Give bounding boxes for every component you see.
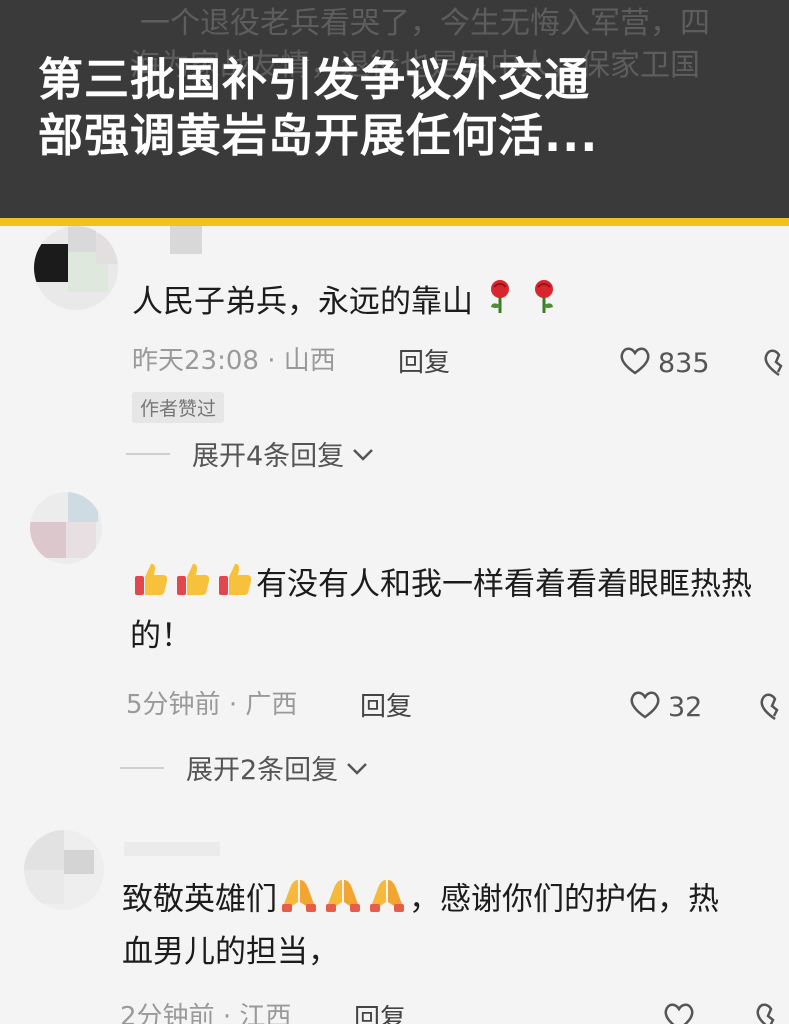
headline-banner: 一个退役老兵看哭了，今生无悔入军营，四 海为家战友情，退役也是军中人，保家卫国 … (0, 0, 789, 218)
headline-line-1: 第三批国补引发争议外交通 (38, 53, 591, 106)
chevron-down-icon (352, 438, 374, 469)
headline-title[interactable]: 第三批国补引发争议外交通 部强调黄岩岛开展任何活... (38, 52, 768, 164)
like-button[interactable]: 835 (618, 344, 710, 383)
expand-replies-button[interactable]: 展开2条回复 (120, 748, 368, 787)
comment-region: 广西 (245, 690, 298, 720)
like-button[interactable]: 32 (628, 688, 702, 727)
dislike-icon[interactable] (764, 346, 789, 378)
rose-icon (529, 279, 559, 329)
folded-hands-icon (367, 874, 407, 928)
chevron-down-icon (346, 752, 368, 783)
comment-meta: 昨天23:08 · 山西 (132, 340, 336, 377)
comment-region: 山西 (283, 346, 336, 376)
comment-time: 昨天23:08 (132, 346, 259, 376)
like-count: 32 (668, 692, 703, 723)
comment-time: 2分钟前 (120, 1002, 215, 1024)
dislike-icon[interactable] (760, 690, 789, 722)
comment-time: 5分钟前 (126, 690, 221, 720)
ghost-text-line-1: 一个退役老兵看哭了，今生无悔入军营，四 (140, 6, 710, 41)
expand-replies-label: 展开2条回复 (186, 755, 339, 786)
rose-icon (485, 279, 515, 329)
banner-accent-stripe (0, 218, 789, 226)
thumbs-up-icon (216, 560, 254, 612)
comment-text: 有没有人和我一样看着看着眼眶热热的！ (130, 560, 789, 660)
avatar[interactable] (34, 226, 118, 310)
reply-button[interactable]: 回复 (354, 998, 406, 1024)
username-blur (170, 226, 202, 254)
comment-meta: 2分钟前 · 江西 (120, 996, 291, 1024)
divider (120, 766, 164, 769)
divider (126, 452, 170, 455)
heart-icon (618, 344, 652, 383)
separator: · (228, 690, 238, 720)
like-count: 835 (658, 348, 710, 379)
comment-text: 人民子弟兵，永远的靠山 (132, 278, 561, 329)
folded-hands-icon (323, 874, 363, 928)
separator: · (267, 346, 276, 376)
heart-icon[interactable] (662, 1000, 698, 1024)
avatar[interactable] (24, 830, 104, 910)
folded-hands-icon (279, 874, 319, 928)
separator: · (222, 1002, 232, 1024)
author-liked-badge: 作者赞过 (132, 392, 225, 423)
comment-list: 人民子弟兵，永远的靠山 昨天23:08 · 山西 回复 835 作者赞过 展开4… (0, 226, 789, 1024)
comment-region: 江西 (239, 1002, 292, 1024)
thumbs-up-icon (132, 560, 170, 612)
heart-icon (628, 688, 662, 727)
expand-replies-button[interactable]: 展开4条回复 (126, 434, 374, 473)
dislike-icon[interactable] (756, 1000, 786, 1024)
headline-line-2: 部强调黄岩岛开展任何活... (38, 109, 599, 162)
username-blur (124, 842, 220, 856)
comment-text: 致敬英雄们 ，感谢你们的护佑，热 血男儿的担当， (122, 874, 789, 976)
avatar[interactable] (30, 492, 102, 564)
reply-button[interactable]: 回复 (398, 342, 450, 379)
reply-button[interactable]: 回复 (360, 686, 412, 723)
comment-meta: 5分钟前 · 广西 (126, 684, 297, 721)
expand-replies-label: 展开4条回复 (192, 441, 345, 472)
thumbs-up-icon (174, 560, 212, 612)
